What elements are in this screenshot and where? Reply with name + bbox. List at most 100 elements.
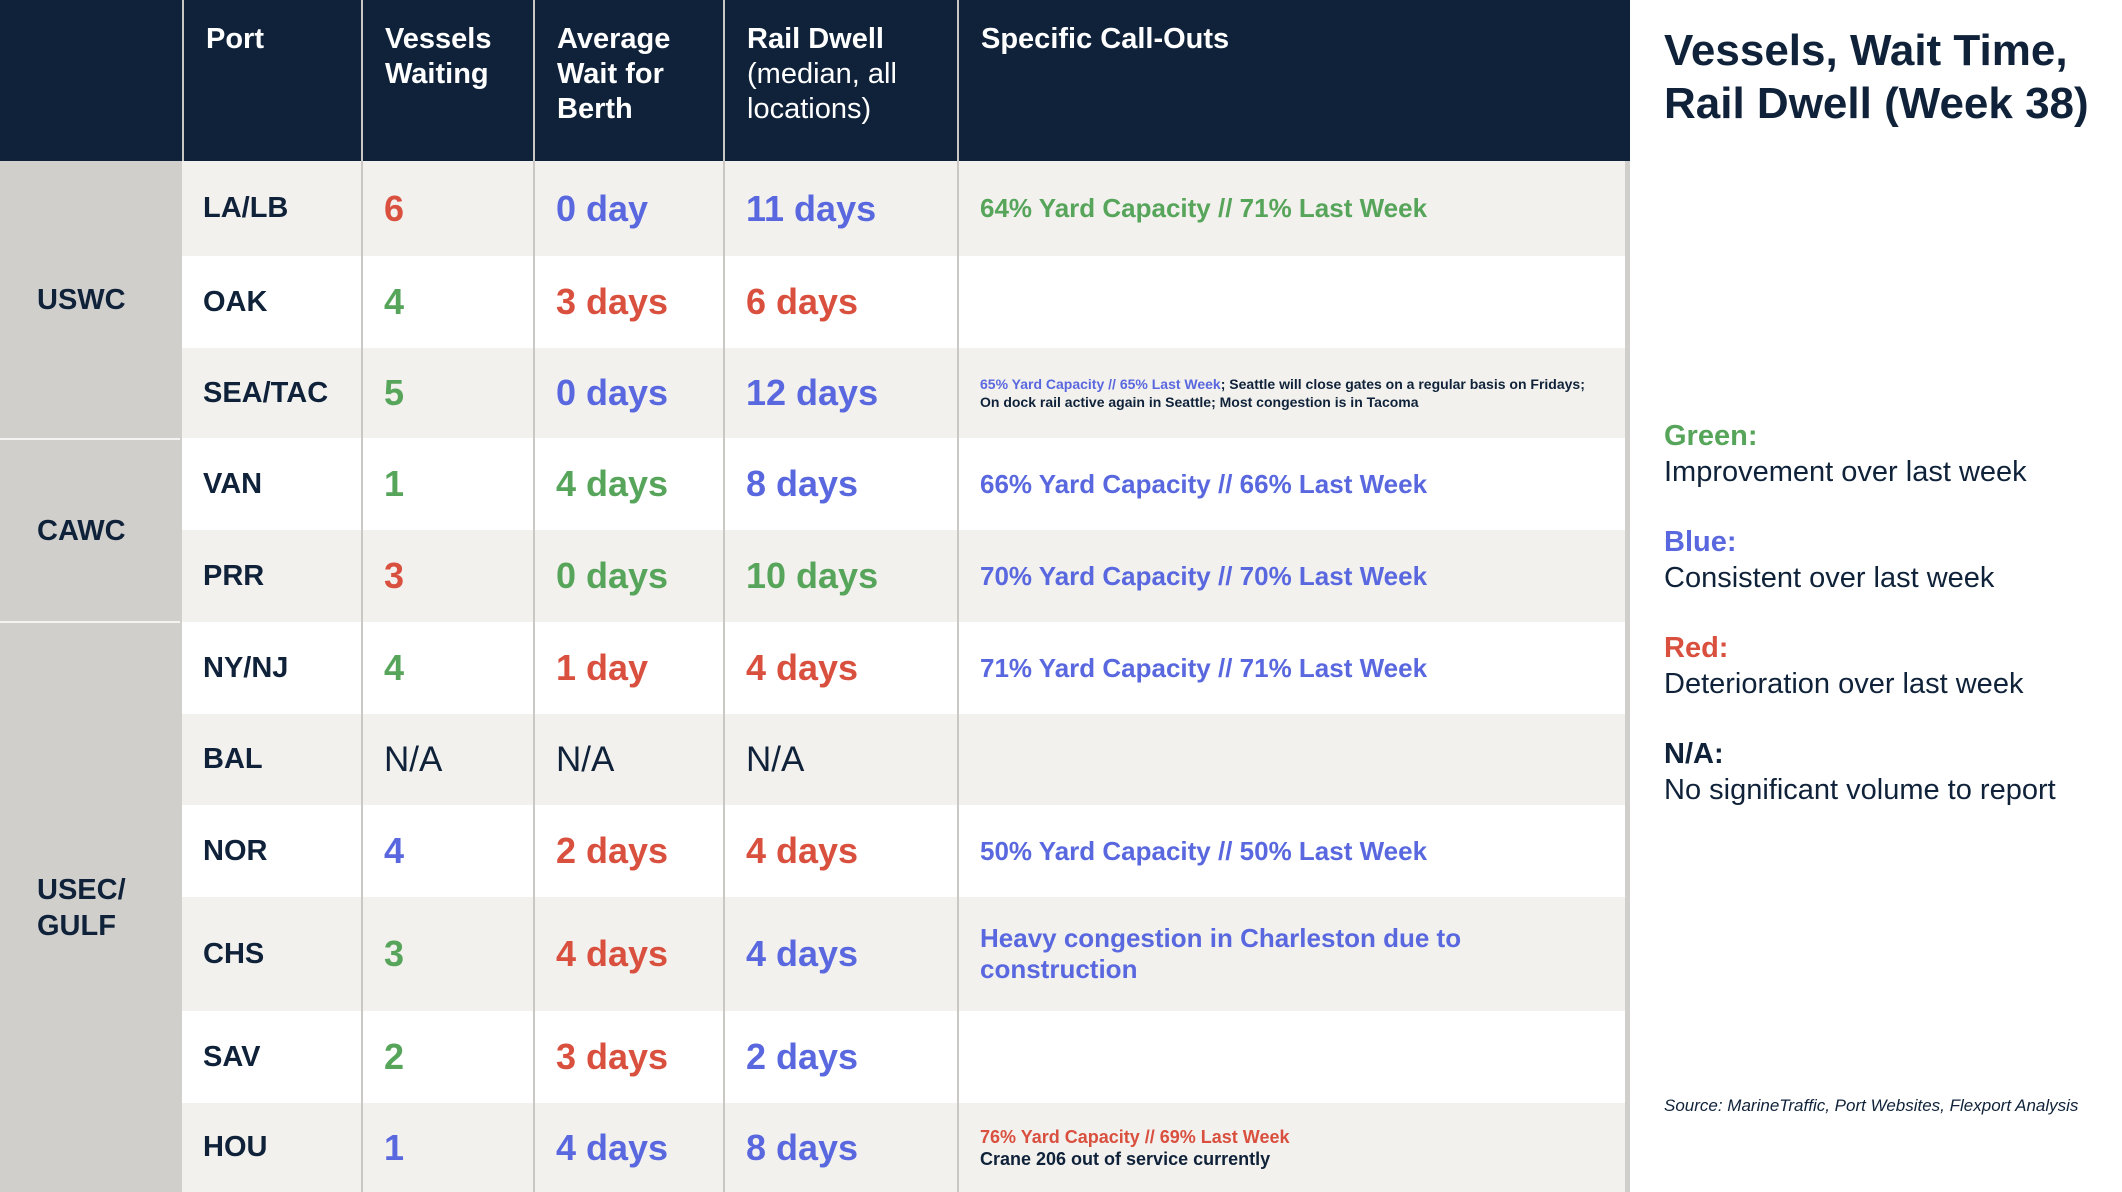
callout-cell: Heavy congestion in Charleston due to co… <box>957 897 1625 1011</box>
callout-segment: 64% Yard Capacity // 71% Last Week <box>980 193 1428 223</box>
rail-dwell-value: 10 days <box>746 555 879 596</box>
vessels-waiting-value: 3 <box>384 555 405 596</box>
legend-description: No significant volume to report <box>1664 774 2056 806</box>
header-label-line: Rail Dwell <box>747 23 884 55</box>
rail-dwell-value-cell: 4 days <box>723 897 957 1011</box>
rail-dwell-value: 6 days <box>746 281 859 322</box>
table-row: HOU 1 4 days 8 days 76% Yard Capacity // 69%… <box>182 1103 1625 1192</box>
avg-wait-value: 0 day <box>556 187 649 229</box>
vessels-waiting-value-cell: 4 <box>361 622 533 714</box>
rail-dwell-value: 4 days <box>746 933 859 974</box>
avg-wait-value-cell: 4 days <box>533 438 723 530</box>
callout-cell: 64% Yard Capacity // 71% Last Week <box>957 161 1625 256</box>
port-name: BAL <box>203 743 263 775</box>
legend-item: Green: Improvement over last week <box>1664 418 2114 490</box>
rail-dwell-value: 4 days <box>746 647 859 688</box>
callout-segment: Crane 206 out of service currently <box>980 1148 1271 1169</box>
vessels-waiting-value: N/A <box>384 739 443 779</box>
avg-wait-value: 4 days <box>556 1126 669 1168</box>
table-row: NOR 4 2 days 4 days 50% Yard Capacity // 50%… <box>182 805 1625 897</box>
vessels-waiting-value-cell: 3 <box>361 897 533 1011</box>
rail-dwell-value: 2 days <box>746 1036 859 1077</box>
legend-key: Green: <box>1664 420 1758 452</box>
port-name: SAV <box>203 1040 261 1073</box>
table-header: Port Vessels Waiting Average Wait for Be… <box>0 0 1625 161</box>
callout-cell: 76% Yard Capacity // 69% Last Week Crane … <box>957 1103 1625 1192</box>
callout-text: 71% Yard Capacity // 71% Last Week <box>980 653 1467 684</box>
header-rail-dwell: Rail Dwell (median, all locations) <box>723 0 957 161</box>
header-sublabel-line: locations) <box>747 93 872 125</box>
callout-segment: 66% Yard Capacity // 66% Last Week <box>980 468 1428 499</box>
table-row: NY/NJ 4 1 day 4 days 71% Yard Capacity // 71… <box>182 622 1625 714</box>
legend-description: Deterioration over last week <box>1664 668 2024 700</box>
port-name: NY/NJ <box>203 651 289 684</box>
avg-wait-value: 0 days <box>556 372 669 413</box>
vessels-waiting-value-cell: 1 <box>361 438 533 530</box>
vessels-waiting-value: 4 <box>384 647 405 688</box>
rail-dwell-value: N/A <box>746 739 805 779</box>
legend-description: Consistent over last week <box>1664 562 1995 594</box>
avg-wait-value-cell: 0 day <box>533 161 723 256</box>
header-label-line: Specific Call-Outs <box>981 23 1230 55</box>
header-callouts: Specific Call-Outs <box>957 0 1625 161</box>
vessels-waiting-value: 1 <box>384 463 405 504</box>
legend-item: N/A: No significant volume to report <box>1664 736 2114 808</box>
header-sublabel-line: (median, all <box>747 58 897 90</box>
vessels-waiting-value: 4 <box>384 830 405 871</box>
avg-wait-value-cell: N/A <box>533 714 723 805</box>
callout-segment: Heavy congestion in Charleston due to co… <box>980 923 1462 984</box>
region-label: CAWC <box>37 515 126 547</box>
vessels-waiting-value-cell: N/A <box>361 714 533 805</box>
legend-key: N/A: <box>1664 738 1724 770</box>
callout-cell <box>957 714 1625 805</box>
vessels-waiting-value: 1 <box>384 1126 405 1168</box>
callout-segment: 50% Yard Capacity // 50% Last Week <box>980 835 1428 866</box>
header-avg-wait: Average Wait for Berth <box>533 0 723 161</box>
rail-dwell-value: 8 days <box>746 463 859 504</box>
table-row: BAL N/A N/A N/A <box>182 714 1625 805</box>
callout-segment: 65% Yard Capacity // 65% Last Week <box>980 376 1221 392</box>
avg-wait-value: 4 days <box>556 933 669 974</box>
port-name: OAK <box>203 285 268 318</box>
port-name: PRR <box>203 559 265 592</box>
callout-text: 76% Yard Capacity // 69% Last Week Crane … <box>980 1126 1330 1170</box>
vessels-waiting-value-cell: 6 <box>361 161 533 256</box>
callout-cell: 66% Yard Capacity // 66% Last Week <box>957 438 1625 530</box>
rail-dwell-value-cell: N/A <box>723 714 957 805</box>
rail-dwell-value-cell: 11 days <box>723 161 957 256</box>
side-panel: Vessels, Wait Time, Rail Dwell (Week 38)… <box>1630 0 2122 1192</box>
table-row: OAK 4 3 days 6 days <box>182 256 1625 348</box>
avg-wait-value: 1 day <box>556 647 649 688</box>
callout-segment: 71% Yard Capacity // 71% Last Week <box>980 652 1428 683</box>
port-name: SEA/TAC <box>203 376 329 409</box>
table-row: LA/LB 6 0 day 11 days 64% Yard Capacity // 7… <box>182 161 1625 256</box>
header-label-line: Waiting <box>385 58 489 90</box>
legend-item: Blue: Consistent over last week <box>1664 524 2114 596</box>
port-name: NOR <box>203 834 268 867</box>
header-vessels-waiting: Vessels Waiting <box>361 0 533 161</box>
callout-cell <box>957 256 1625 348</box>
port-name: VAN <box>203 467 263 500</box>
table-row: VAN 1 4 days 8 days 66% Yard Capacity // 66%… <box>182 438 1625 530</box>
header-label-line: Wait for <box>557 58 664 90</box>
rail-dwell-value-cell: 2 days <box>723 1011 957 1103</box>
region-label: USWC <box>37 283 126 316</box>
avg-wait-value: 4 days <box>556 463 669 504</box>
callout-text: Heavy congestion in Charleston due to co… <box>980 923 1625 985</box>
region-label: USEC/ GULF <box>37 873 126 942</box>
callout-segment: 76% Yard Capacity // 69% Last Week <box>980 1126 1290 1147</box>
avg-wait-value: 3 days <box>556 1036 669 1077</box>
port-name: LA/LB <box>203 192 289 224</box>
avg-wait-value-cell: 4 days <box>533 1103 723 1192</box>
header-label-line: Vessels <box>385 23 492 55</box>
rail-dwell-value-cell: 4 days <box>723 622 957 714</box>
avg-wait-value: 3 days <box>556 281 669 322</box>
rail-dwell-value-cell: 12 days <box>723 348 957 438</box>
avg-wait-value: N/A <box>556 739 615 779</box>
avg-wait-value-cell: 4 days <box>533 897 723 1011</box>
port-status-table: Port Vessels Waiting Average Wait for Be… <box>0 0 1625 1192</box>
table-row: PRR 3 0 days 10 days 70% Yard Capacity // 70… <box>182 530 1625 622</box>
vessels-waiting-value-cell: 3 <box>361 530 533 622</box>
callout-cell <box>957 1011 1625 1103</box>
avg-wait-value: 0 days <box>556 555 669 596</box>
